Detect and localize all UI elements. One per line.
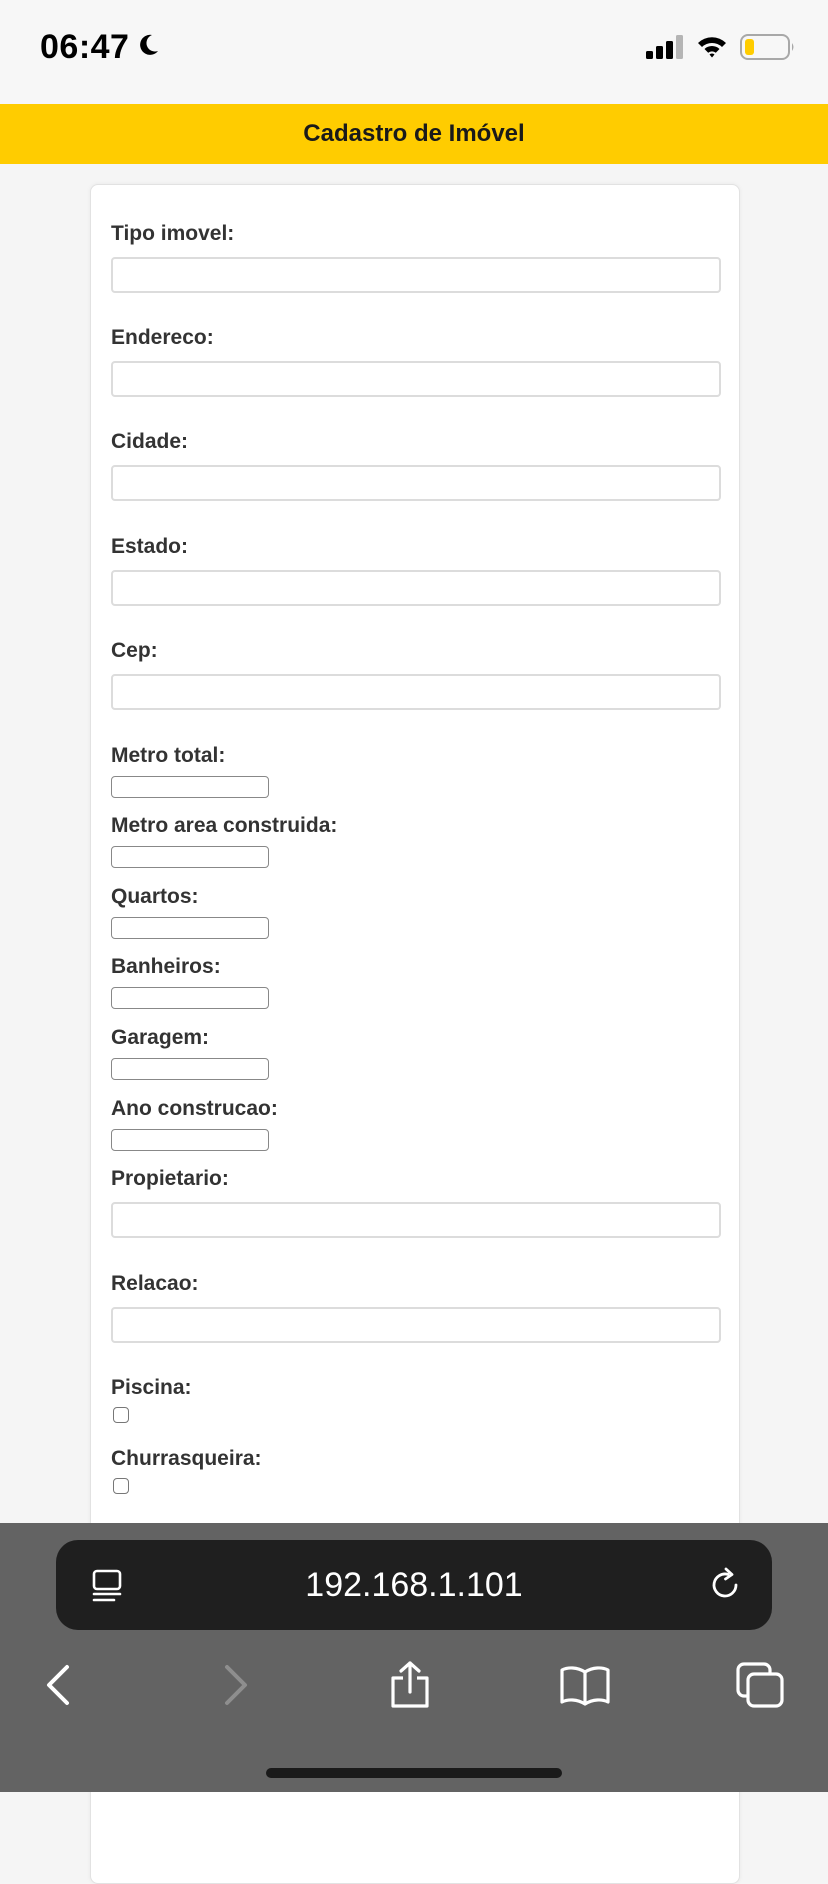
bookmarks-button[interactable] [555,1657,615,1717]
relacao-label: Relacao: [111,1272,199,1295]
tipo-imovel-input[interactable] [111,257,721,293]
field-metro-total: Metro total: [111,743,269,798]
ano-construcao-label: Ano construcao: [111,1097,278,1120]
piscina-label: Piscina: [111,1376,192,1399]
wifi-icon [696,35,728,64]
url-text: 192.168.1.101 [305,1565,523,1604]
metro-area-construida-label: Metro area construida: [111,814,338,837]
tipo-imovel-label: Tipo imovel: [111,222,235,245]
field-banheiros: Banheiros: [111,954,269,1009]
quartos-label: Quartos: [111,885,199,908]
share-button[interactable] [380,1657,440,1717]
field-relacao: Relacao: [111,1271,721,1343]
endereco-label: Endereco: [111,326,214,349]
propietario-input[interactable] [111,1202,721,1238]
cidade-label: Cidade: [111,430,189,453]
field-metro-area-construida: Metro area construida: [111,813,338,868]
field-cep: Cep: [111,638,721,710]
piscina-checkbox[interactable] [113,1407,129,1423]
tabs-button[interactable] [730,1657,790,1717]
app-header: Cadastro de Imóvel [0,104,828,164]
metro-total-input[interactable] [111,776,269,798]
field-quartos: Quartos: [111,884,269,939]
churrasqueira-label: Churrasqueira: [111,1447,262,1470]
field-cidade: Cidade: [111,429,721,501]
reload-icon[interactable] [706,1566,744,1604]
forward-chevron-icon [221,1664,251,1711]
cellular-signal-icon [646,35,684,64]
metro-area-construida-input[interactable] [111,846,269,868]
banheiros-label: Banheiros: [111,955,221,978]
moon-icon [135,28,161,67]
cep-input[interactable] [111,674,721,710]
quartos-input[interactable] [111,917,269,939]
forward-button[interactable] [206,1657,266,1717]
metro-total-label: Metro total: [111,744,226,767]
banheiros-input[interactable] [111,987,269,1009]
field-churrasqueira: Churrasqueira: [111,1446,262,1494]
page-title: Cadastro de Imóvel [303,120,525,147]
propietario-label: Propietario: [111,1167,229,1190]
back-button[interactable] [28,1657,88,1717]
tabs-icon [735,1661,785,1714]
cep-label: Cep: [111,639,158,662]
status-indicators [646,34,796,65]
field-endereco: Endereco: [111,325,721,397]
field-tipo-imovel: Tipo imovel: [111,221,721,293]
battery-icon [740,34,796,65]
field-propietario: Propietario: [111,1166,721,1238]
field-ano-construcao: Ano construcao: [111,1096,278,1151]
garagem-input[interactable] [111,1058,269,1080]
browser-toolbar: 192.168.1.101 [0,1523,828,1792]
relacao-input[interactable] [111,1307,721,1343]
bookmarks-book-icon [559,1664,611,1711]
status-time-group: 06:47 [40,28,161,67]
garagem-label: Garagem: [111,1026,210,1049]
ano-construcao-input[interactable] [111,1129,269,1151]
estado-label: Estado: [111,535,189,558]
address-bar[interactable]: 192.168.1.101 [56,1540,772,1630]
field-estado: Estado: [111,534,721,606]
back-chevron-icon [43,1664,73,1711]
home-indicator[interactable] [266,1768,562,1778]
estado-input[interactable] [111,570,721,606]
churrasqueira-checkbox[interactable] [113,1478,129,1494]
field-garagem: Garagem: [111,1025,269,1080]
share-icon [388,1660,432,1715]
field-piscina: Piscina: [111,1375,192,1423]
status-bar: 06:47 [0,0,828,104]
endereco-input[interactable] [111,361,721,397]
status-time: 06:47 [40,28,130,66]
cidade-input[interactable] [111,465,721,501]
